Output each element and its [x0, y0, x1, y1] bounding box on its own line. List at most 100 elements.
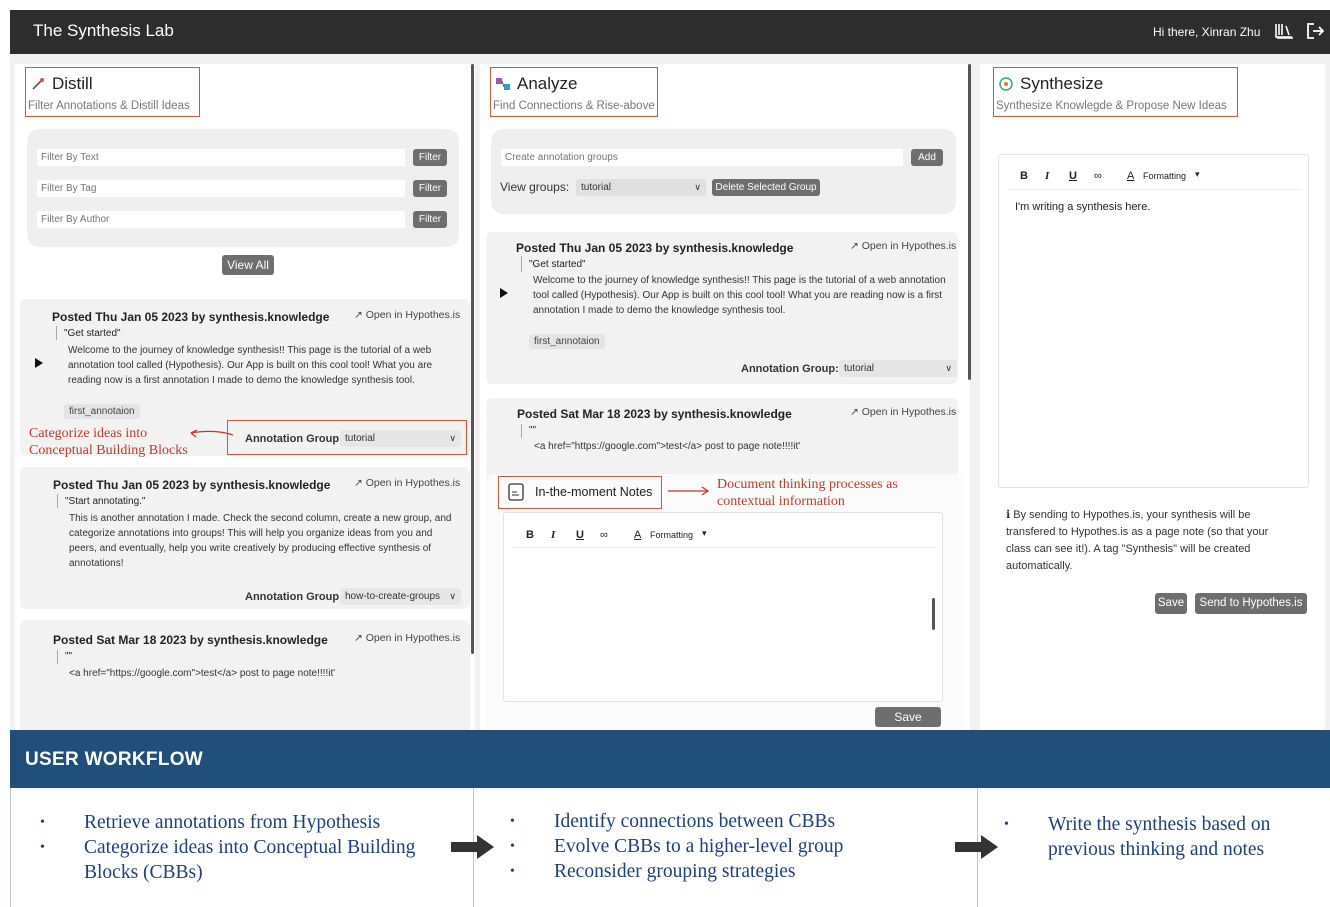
quote-text: ""	[65, 651, 73, 662]
analyze-subtitle: Find Connections & Rise-above	[493, 100, 655, 112]
quote-bar	[521, 256, 522, 272]
annotation-group-label: Annotation Group:	[245, 591, 343, 603]
italic-button[interactable]: I	[1045, 170, 1049, 182]
bold-button[interactable]: B	[526, 529, 534, 541]
synthesize-column: Synthesize Synthesize Knowlegde & Propos…	[980, 64, 1325, 730]
posted-line: Posted Thu Jan 05 2023 by synthesis.know…	[52, 310, 330, 324]
magic-wand-icon	[32, 78, 44, 90]
filter-tag-button[interactable]: Filter	[413, 180, 447, 197]
quote-bar	[57, 650, 58, 664]
chevron-down-icon: ∨	[945, 363, 952, 373]
group-highlight-box	[227, 420, 467, 455]
callout-line: Conceptual Building Blocks	[29, 443, 188, 458]
expand-toggle-icon[interactable]	[500, 288, 508, 298]
filter-tag-input[interactable]	[37, 180, 405, 197]
workflow-banner: USER WORKFLOW	[10, 730, 1330, 788]
send-to-hypothesis-button[interactable]: Send to Hypothes.is	[1195, 593, 1307, 614]
chevron-down-icon: ∨	[449, 591, 456, 601]
chevron-down-icon: ∨	[694, 182, 701, 192]
workflow-arrow-icon	[955, 835, 998, 859]
annotation-body: <a href="https://google.com">test</a> po…	[534, 439, 800, 454]
notes-editor[interactable]: B I U ∞ A Formatting ▾	[503, 512, 943, 702]
text-color-icon[interactable]: A	[634, 529, 641, 541]
toolbar-divider	[1009, 189, 1301, 190]
open-link-label[interactable]: Open in Hypothes.is	[366, 309, 461, 321]
logout-icon[interactable]	[1304, 20, 1326, 42]
add-group-button[interactable]: Add	[911, 149, 943, 166]
chevron-down-icon[interactable]: ▾	[1195, 169, 1200, 180]
callout-arrow-icon	[668, 486, 710, 496]
body-line: Welcome to the journey of knowledge synt…	[533, 275, 946, 286]
workflow-title: USER WORKFLOW	[25, 749, 204, 770]
quote-bar	[57, 494, 58, 508]
annotation-body: Welcome to the journey of knowledge synt…	[68, 343, 432, 388]
document-callout: Document thinking processes as contextua…	[717, 476, 898, 510]
group-select-value: tutorial	[844, 363, 875, 374]
analyze-scrollbar[interactable]	[968, 64, 971, 380]
posted-line: Posted Sat Mar 18 2023 by synthesis.know…	[53, 633, 328, 647]
text-color-icon[interactable]: A	[1127, 170, 1134, 182]
body-line: annotation I made to demo the knowledge …	[533, 305, 786, 316]
body-line: Welcome to the journey of knowledge synt…	[68, 345, 432, 356]
view-all-button[interactable]: View All	[222, 255, 274, 275]
annotation-tag[interactable]: first_annotaion	[64, 404, 140, 419]
info-line: By sending to Hypothes.is, your synthesi…	[1013, 509, 1251, 521]
body-line: annotations!	[69, 558, 124, 569]
synthesize-subtitle: Synthesize Knowlegde & Propose New Ideas	[996, 100, 1227, 112]
synthesis-text[interactable]: I'm writing a synthesis here.	[1015, 201, 1150, 213]
library-icon[interactable]	[1273, 20, 1295, 42]
workflow-item-text: Retrieve annotations from Hypothesis	[84, 812, 381, 833]
callout-line: Categorize ideas into	[29, 426, 148, 441]
quote-text: "Get started"	[529, 259, 586, 270]
create-group-input[interactable]	[501, 149, 903, 166]
top-bar: The Synthesis Lab Hi there, Xinran Zhu	[10, 10, 1330, 54]
workflow-item: Retrieve annotations from Hypothesis	[40, 810, 415, 835]
annotation-group-select[interactable]: how-to-create-groups ∨	[340, 588, 461, 605]
annotation-group-select[interactable]: tutorial ∨	[839, 360, 957, 377]
annotation-tag[interactable]: first_annotaion	[529, 334, 605, 349]
open-in-hypothesis-link[interactable]: ↗︎ Open in Hypothes.is	[354, 477, 460, 489]
info-line: transfered to Hypothes.is as a page note…	[1006, 526, 1269, 538]
annotation-card: Posted Thu Jan 05 2023 by synthesis.know…	[486, 232, 958, 384]
annotation-card: Posted Sat Mar 18 2023 by synthesis.know…	[20, 620, 470, 730]
distill-scrollbar[interactable]	[471, 64, 474, 654]
workflow-item: Identify connections between CBBs	[510, 809, 843, 834]
annotation-card: Posted Thu Jan 05 2023 by synthesis.know…	[20, 467, 470, 609]
filter-text-button[interactable]: Filter	[413, 149, 447, 166]
view-groups-select[interactable]: tutorial ∨	[576, 179, 706, 196]
formatting-dropdown[interactable]: Formatting	[1143, 171, 1186, 181]
synthesis-editor[interactable]: B I U ∞ A Formatting ▾ I'm writing a syn…	[998, 154, 1309, 488]
open-in-hypothesis-link[interactable]: ↗︎ Open in Hypothes.is	[354, 632, 460, 644]
editor-scrollbar[interactable]	[932, 598, 935, 630]
save-synthesis-button[interactable]: Save	[1155, 593, 1187, 614]
filter-author-input[interactable]	[37, 211, 405, 228]
body-line: <a href="https://google.com">test</a> po…	[534, 441, 801, 452]
save-notes-button[interactable]: Save	[875, 707, 941, 727]
italic-button[interactable]: I	[551, 529, 555, 541]
bold-button[interactable]: B	[1020, 170, 1028, 182]
open-link-label[interactable]: Open in Hypothes.is	[366, 632, 461, 644]
workflow-item: Categorize ideas into Conceptual Buildin…	[40, 835, 415, 885]
expand-toggle-icon[interactable]	[35, 358, 43, 368]
chevron-down-icon[interactable]: ▾	[702, 528, 707, 539]
open-link-label[interactable]: Open in Hypothes.is	[366, 477, 461, 489]
open-link-label[interactable]: Open in Hypothes.is	[862, 406, 957, 418]
filter-author-button[interactable]: Filter	[413, 211, 447, 228]
callout-line: contextual information	[717, 494, 845, 509]
open-link-label[interactable]: Open in Hypothes.is	[862, 240, 957, 252]
workflow-item-text: Blocks (CBBs)	[84, 862, 203, 883]
body-line: This is another annotation I made. Check…	[69, 513, 452, 524]
filter-text-input[interactable]	[37, 149, 405, 166]
open-in-hypothesis-link[interactable]: ↗︎ Open in Hypothes.is	[354, 309, 460, 321]
underline-button[interactable]: U	[576, 529, 584, 541]
open-in-hypothesis-link[interactable]: ↗︎ Open in Hypothes.is	[850, 406, 956, 418]
delete-group-button[interactable]: Delete Selected Group	[712, 179, 820, 196]
link-icon[interactable]: ∞	[600, 529, 608, 541]
workflow-item-text: Identify connections between CBBs	[554, 811, 836, 832]
formatting-dropdown[interactable]: Formatting	[650, 530, 693, 540]
link-icon[interactable]: ∞	[1094, 170, 1102, 182]
view-groups-value: tutorial	[581, 182, 612, 193]
underline-button[interactable]: U	[1069, 170, 1077, 182]
open-in-hypothesis-link[interactable]: ↗︎ Open in Hypothes.is	[850, 240, 956, 252]
app-title[interactable]: The Synthesis Lab	[33, 21, 174, 41]
